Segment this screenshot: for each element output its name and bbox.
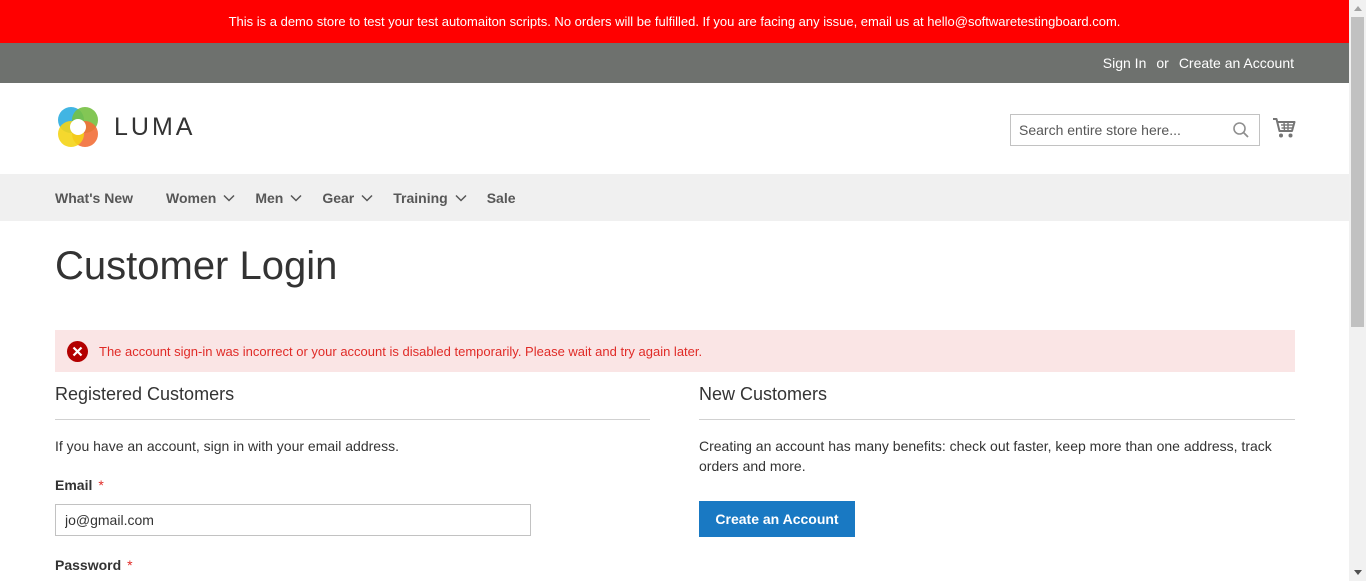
demo-store-banner: This is a demo store to test your test a… bbox=[0, 0, 1349, 43]
email-label-text: Email bbox=[55, 477, 93, 493]
error-icon bbox=[67, 340, 88, 362]
luma-logo[interactable]: LUMA bbox=[55, 104, 195, 150]
nav-item-training[interactable]: Training bbox=[393, 189, 467, 206]
required-mark: * bbox=[127, 557, 133, 573]
nav-item-label: Men bbox=[255, 189, 284, 206]
sign-in-link[interactable]: Sign In bbox=[1103, 55, 1147, 71]
search-icon[interactable] bbox=[1232, 121, 1250, 144]
cart-icon[interactable] bbox=[1272, 117, 1296, 144]
nav-item-whats-new[interactable]: What's New bbox=[55, 190, 133, 206]
demo-banner-text: This is a demo store to test your test a… bbox=[228, 14, 1121, 29]
nav-item-men[interactable]: Men bbox=[255, 190, 302, 206]
password-label-text: Password bbox=[55, 557, 122, 573]
email-label: Email * bbox=[55, 477, 104, 493]
password-label: Password * bbox=[55, 557, 133, 573]
search-box bbox=[1010, 114, 1260, 146]
search-input[interactable] bbox=[1011, 115, 1221, 145]
header-or-text: or bbox=[1156, 55, 1169, 71]
new-customers-text: Creating an account has many benefits: c… bbox=[699, 438, 1272, 474]
header-panel: Sign In or Create an Account bbox=[0, 43, 1349, 83]
error-message-text: The account sign-in was incorrect or you… bbox=[99, 343, 703, 359]
registered-intro-text: If you have an account, sign in with you… bbox=[55, 438, 399, 454]
scroll-up-arrow-icon[interactable] bbox=[1349, 0, 1366, 17]
chevron-down-icon bbox=[290, 194, 302, 202]
page-scrollbar[interactable] bbox=[1349, 0, 1366, 581]
scrollbar-thumb[interactable] bbox=[1351, 17, 1364, 327]
error-message: The account sign-in was incorrect or you… bbox=[55, 330, 1295, 372]
nav-item-label: What's New bbox=[55, 189, 134, 206]
required-mark: * bbox=[98, 477, 104, 493]
logo-text: LUMA bbox=[114, 112, 196, 141]
nav-item-label: Sale bbox=[486, 189, 516, 206]
create-account-button[interactable]: Create an Account bbox=[699, 501, 855, 537]
luma-logo-icon bbox=[58, 107, 98, 147]
chevron-down-icon bbox=[455, 194, 467, 202]
page-title: Customer Login bbox=[55, 244, 338, 288]
main-navigation: What's New Women Men Gear Training Sale bbox=[0, 174, 1349, 221]
nav-item-label: Training bbox=[393, 189, 448, 206]
new-customers-title: New Customers bbox=[699, 384, 1295, 420]
nav-item-gear[interactable]: Gear bbox=[322, 190, 373, 206]
nav-item-label: Women bbox=[166, 189, 217, 206]
scroll-down-arrow-icon[interactable] bbox=[1349, 564, 1366, 581]
nav-item-label: Gear bbox=[322, 189, 355, 206]
registered-customers-title: Registered Customers bbox=[55, 384, 650, 420]
create-account-link[interactable]: Create an Account bbox=[1179, 55, 1294, 71]
email-field[interactable] bbox=[55, 504, 531, 536]
chevron-down-icon bbox=[223, 194, 235, 202]
chevron-down-icon bbox=[361, 194, 373, 202]
nav-item-sale[interactable]: Sale bbox=[487, 190, 516, 206]
nav-item-women[interactable]: Women bbox=[166, 190, 235, 206]
